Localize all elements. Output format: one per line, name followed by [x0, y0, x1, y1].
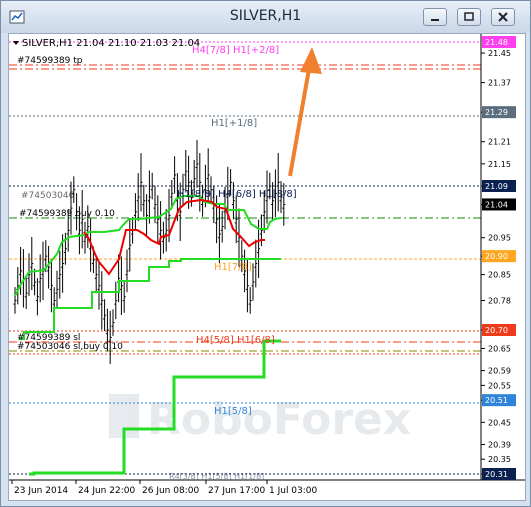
watermark-text: RoboForex	[147, 394, 411, 445]
price-tag-label: 20.31	[485, 470, 508, 479]
close-icon	[498, 12, 508, 22]
title-bar[interactable]: SILVER,H1	[1, 1, 530, 33]
price-tag-label: 21.48	[485, 38, 508, 47]
price-tag-label: 20.70	[485, 326, 508, 335]
minimize-icon	[431, 19, 439, 21]
price-tick-label: 20.39	[488, 440, 511, 449]
price-tag-label: 21.09	[485, 182, 508, 191]
price-tag-label: 20.51	[485, 396, 508, 405]
level-label-h1-88: H1[8/8] H4[6/8] H1[8/8]	[177, 189, 297, 200]
minimize-button[interactable]	[423, 8, 447, 26]
price-tick-label: 20.78	[488, 296, 511, 305]
arrow-head-icon	[300, 47, 322, 74]
price-tag-label: 21.04	[485, 200, 508, 209]
price-tick-label: 20.45	[488, 418, 511, 427]
level-label-h1-58: H1[5/8]	[214, 406, 252, 417]
chart-window: SILVER,H1 RoboForex 21.45 21.37 21.21 21…	[0, 0, 531, 507]
price-tags: 21.48 21.29 21.09 21.04 20.90 20.70 20.51 20.31	[482, 36, 516, 480]
time-label: 27 Jun 17:00	[208, 486, 265, 496]
time-labels: 23 Jun 2014 24 Jun 22:00 26 Jun 08:00 27 Ju…	[11, 480, 318, 496]
time-label: 26 Jun 08:00	[142, 486, 199, 496]
price-tick-label: 20.95	[488, 234, 511, 243]
chart-canvas: RoboForex 21.4521.3721.292	[9, 34, 525, 496]
time-label: 23 Jun 2014	[14, 486, 68, 496]
price-tick-label: 21.45	[488, 49, 511, 58]
window-title: SILVER,H1	[229, 8, 302, 24]
order-buy-label: #74599389 buy 0.10	[19, 209, 115, 219]
order-buy-top-label: #74503046	[21, 191, 75, 201]
restore-button[interactable]	[457, 8, 481, 26]
symbol-dropdown-icon[interactable]	[13, 41, 19, 45]
level-label-h1-18: H1[+1/8]	[211, 118, 257, 129]
price-tag-label: 20.90	[485, 252, 508, 261]
order-tp-label: #74599389 tp	[17, 56, 83, 66]
time-label: 1 Jul 03:00	[269, 486, 318, 496]
watermark: RoboForex	[109, 394, 411, 445]
level-label-bottom: R4[3/8] H1[5/8] H1[1/8]	[169, 472, 264, 481]
chart-header: SILVER,H1 21.04 21.10 21.03 21.04	[13, 38, 200, 49]
price-tick-label: 20.65	[488, 344, 511, 353]
price-chart[interactable]: RoboForex 21.4521.3721.292	[8, 33, 526, 501]
price-tick-label: 20.85	[488, 271, 511, 280]
level-label-h4-78: H4[7/8] H1[+2/8]	[192, 45, 279, 56]
price-tag-label: 21.29	[485, 108, 508, 117]
price-tick-label: 20.35	[488, 455, 511, 464]
time-label: 24 Jun 22:00	[78, 486, 135, 496]
price-tick-label: 20.59	[488, 367, 511, 376]
price-tick-label: 20.55	[488, 381, 511, 390]
level-label-h1-78: H1[7/8]	[214, 262, 252, 273]
forecast-arrow	[288, 47, 322, 177]
restore-icon	[464, 12, 474, 21]
level-label-h4-58: H4[5/8] H1[6/8]	[196, 335, 275, 346]
symbol-line: SILVER,H1 21.04 21.10 21.03 21.04	[22, 38, 200, 49]
price-tick-label: 21.15	[488, 160, 511, 169]
price-tick-label: 21.37	[488, 79, 511, 88]
price-tick-label: 21.21	[488, 138, 511, 147]
close-button[interactable]	[491, 8, 515, 26]
order-sl2-label: #74503046 sl,buy 0.10	[17, 342, 123, 352]
